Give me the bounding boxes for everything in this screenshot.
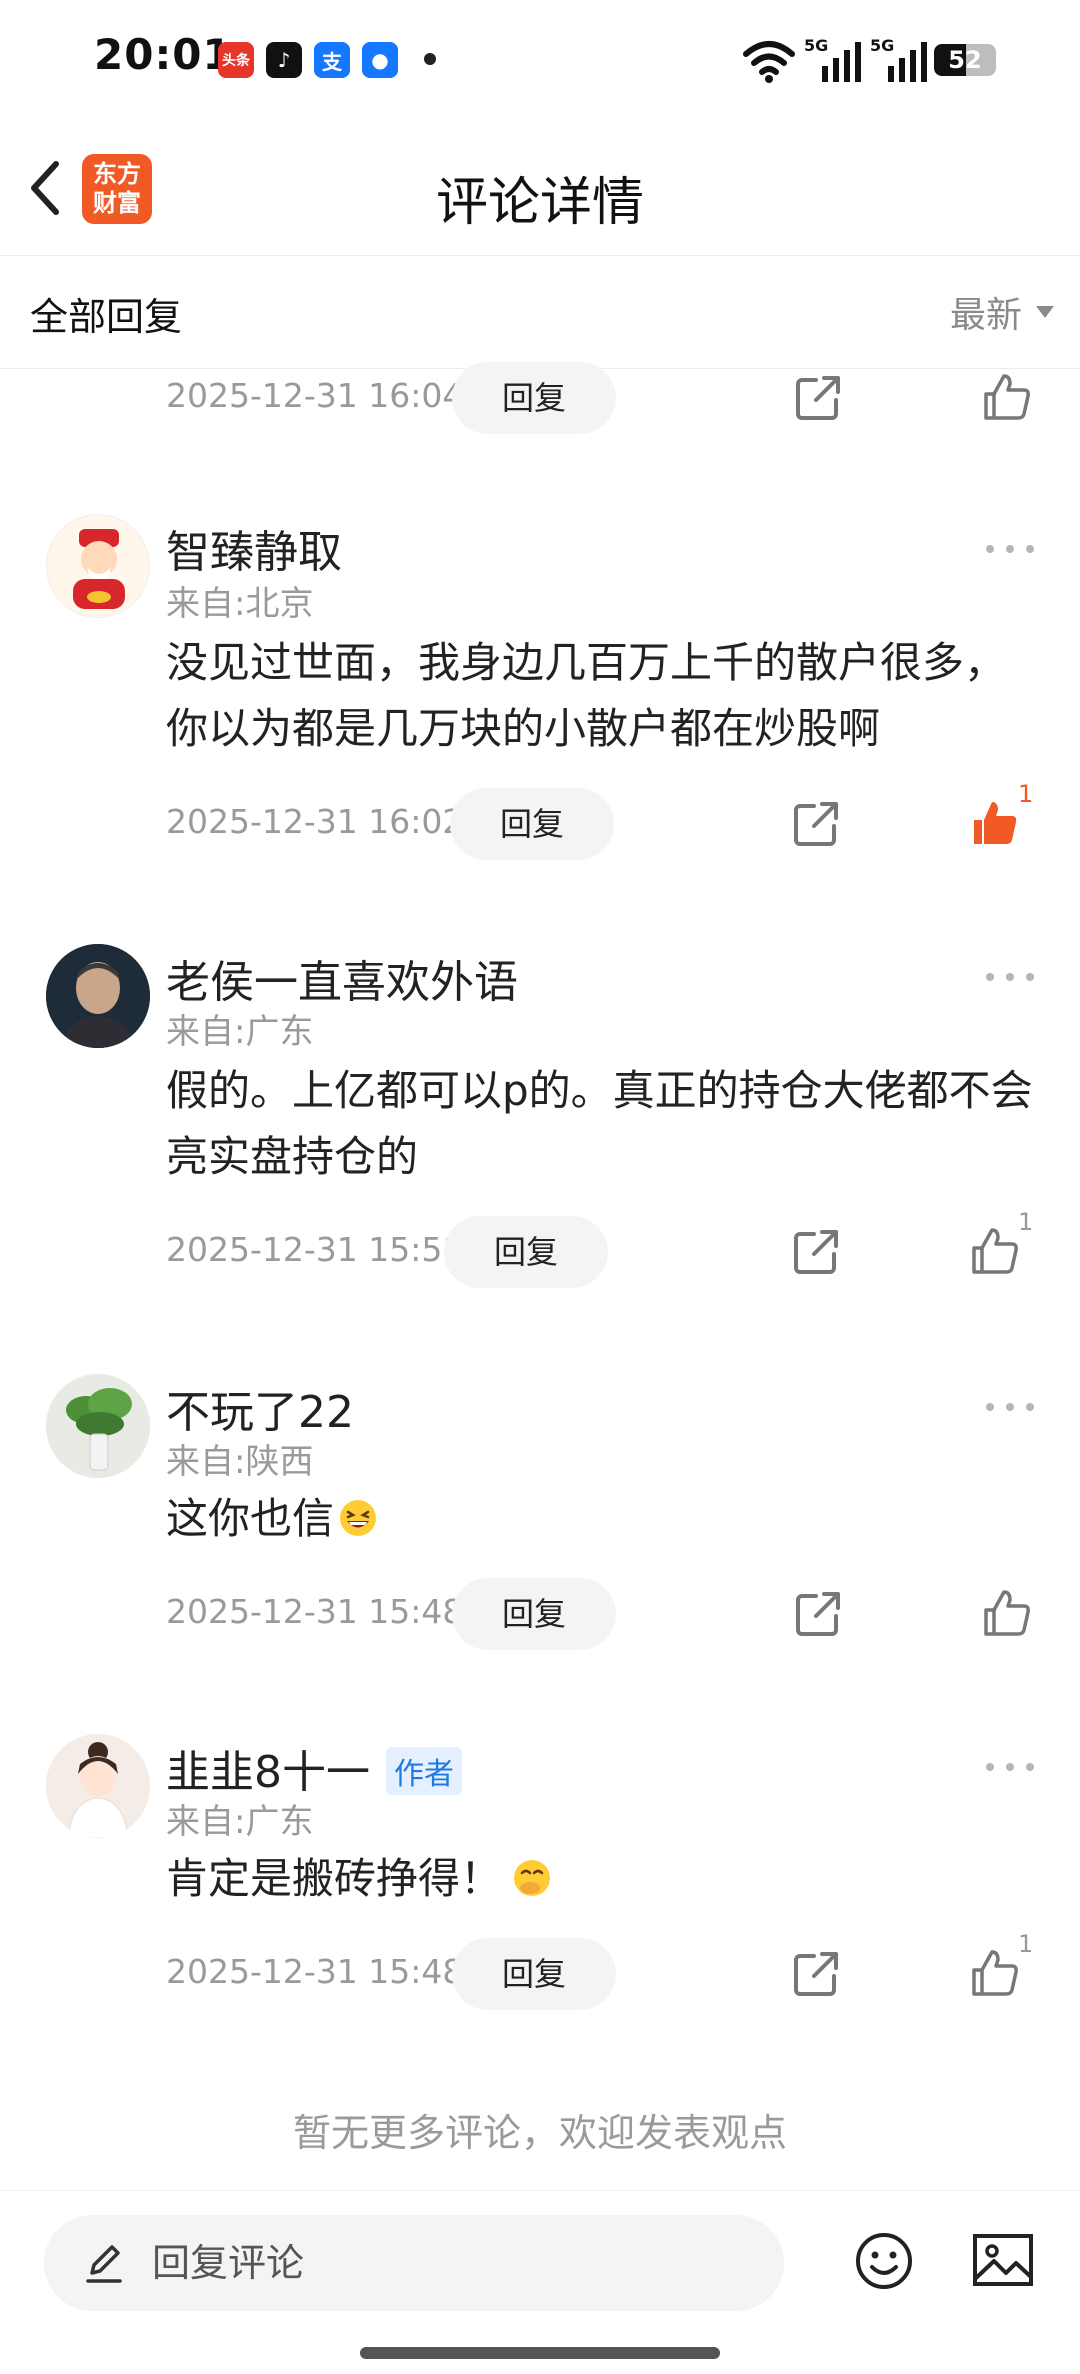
share-icon[interactable] (792, 800, 840, 848)
wifi-icon (743, 41, 795, 83)
avatar-god-of-wealth-icon (47, 515, 149, 617)
thumbs-up-icon[interactable] (970, 1948, 1020, 1998)
action-row: 2025-12-31 15:51 回复 1 (0, 1208, 1080, 1288)
more-options-icon[interactable] (986, 542, 1034, 556)
thumbs-up-icon[interactable] (970, 1226, 1020, 1276)
avatar[interactable] (46, 514, 150, 618)
comment-time: 2025-12-31 15:51 (166, 1230, 464, 1269)
author-badge: 作者 (386, 1747, 462, 1795)
battery-level: 52 (948, 46, 982, 74)
pencil-icon (86, 2245, 122, 2283)
action-row: 2025-12-31 15:48 回复 1 (0, 1930, 1080, 2010)
signal-bars-icon (822, 42, 861, 82)
reply-button[interactable]: 回复 (444, 1216, 608, 1288)
header: 东方 财富 评论详情 (0, 120, 1080, 256)
thumbs-up-icon[interactable] (982, 1588, 1032, 1638)
avatar[interactable] (46, 1374, 150, 1478)
thumbs-up-icon[interactable] (982, 372, 1032, 422)
comment-time: 2025-12-31 15:48 (166, 1952, 464, 1991)
filter-bar: 全部回复 最新 (0, 256, 1080, 369)
location: 来自:陕西 (166, 1442, 314, 1482)
emoji-picker-icon[interactable] (854, 2231, 914, 2291)
location: 来自:广东 (166, 1802, 314, 1842)
share-icon[interactable] (792, 1228, 840, 1276)
like-count: 1 (1018, 1208, 1034, 1236)
home-indicator[interactable] (360, 2347, 720, 2359)
more-options-icon[interactable] (986, 970, 1034, 984)
like-count: 1 (1018, 1930, 1034, 1958)
share-icon[interactable] (794, 374, 842, 422)
comment-text: 这你也信 (166, 1494, 335, 1543)
status-time: 20:01 (94, 30, 233, 79)
douyin-icon: ♪ (266, 42, 302, 78)
more-options-icon[interactable] (986, 1760, 1034, 1774)
comment-time: 2025-12-31 16:04 (166, 376, 464, 415)
reply-button[interactable]: 回复 (452, 362, 616, 434)
avatar-photo-icon (46, 944, 150, 1048)
action-row: 2025-12-31 15:48 回复 (0, 1578, 1080, 1650)
page-title: 评论详情 (435, 173, 644, 233)
grinning-emoji-icon (340, 1499, 377, 1536)
comment-time: 2025-12-31 16:02 (166, 802, 464, 841)
sort-dropdown[interactable]: 最新 (950, 286, 1054, 338)
hand-over-mouth-emoji-icon (514, 1859, 551, 1896)
comment-text: 肯定是搬砖挣得！ (166, 1854, 503, 1903)
comment-content: 没见过世面，我身边几百万上千的散户很多，你以为都是几万块的小散户都在炒股啊 (166, 638, 1007, 753)
comment-content: 肯定是搬砖挣得！ (166, 1846, 1046, 1912)
signal-icon: 5G (804, 36, 866, 84)
avatar-plant-icon (46, 1374, 150, 1478)
username[interactable]: 老侯一直喜欢外语 (166, 946, 518, 1010)
comment-content: 这你也信 (166, 1486, 1046, 1552)
share-icon[interactable] (794, 1590, 842, 1638)
more-options-icon[interactable] (986, 1400, 1034, 1414)
action-row: 2025-12-31 16:02 回复 1 (0, 780, 1080, 860)
comment-time: 2025-12-31 15:48 (166, 1592, 464, 1631)
caret-down-icon (1036, 306, 1054, 318)
all-replies-label: 全部回复 (30, 295, 183, 339)
avatar[interactable] (46, 1734, 150, 1838)
username[interactable]: 智臻静取 (166, 516, 342, 580)
signal-icon-2: 5G (870, 36, 932, 84)
image-picker-icon[interactable] (972, 2233, 1034, 2287)
comment-content: 假的。上亿都可以p的。真正的持仓大佬都不会亮实盘持仓的 (166, 1066, 1033, 1181)
location: 来自:广东 (166, 1012, 314, 1052)
avatar[interactable] (46, 944, 150, 1048)
username[interactable]: 不玩了22 (166, 1376, 354, 1440)
share-icon[interactable] (792, 1950, 840, 1998)
sort-label: 最新 (949, 295, 1022, 336)
status-bar: 20:01 头条 ♪ 支 ● 5G 5G 52 (0, 0, 1080, 120)
battery-icon: 52 (934, 44, 996, 76)
reply-button[interactable]: 回复 (452, 1578, 616, 1650)
notification-dot (424, 53, 436, 65)
username-text: 韭韭8十一 (166, 1747, 370, 1798)
reply-comment-input[interactable] (152, 2233, 752, 2293)
username[interactable]: 韭韭8十一 作者 (166, 1736, 462, 1800)
action-row: 2025-12-31 16:04 回复 (0, 362, 1080, 434)
reply-input-box[interactable] (44, 2215, 784, 2311)
bottom-bar (0, 2190, 1080, 2374)
signal-bars-icon (888, 42, 927, 82)
thumbs-up-filled-icon[interactable] (970, 798, 1020, 848)
no-more-comments-note: 暂无更多评论，欢迎发表观点 (292, 2111, 787, 2155)
reply-button[interactable]: 回复 (450, 788, 614, 860)
alipay-icon: 支 (314, 42, 350, 78)
like-count: 1 (1018, 780, 1034, 808)
app-icon: ● (362, 42, 398, 78)
avatar-girl-icon (46, 1734, 150, 1838)
location: 来自:北京 (166, 584, 314, 624)
reply-button[interactable]: 回复 (452, 1938, 616, 2010)
toutiao-icon: 头条 (218, 42, 254, 78)
